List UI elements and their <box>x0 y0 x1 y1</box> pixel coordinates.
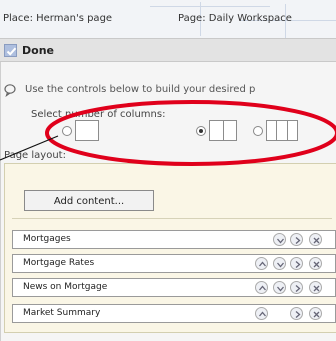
layout-row: Market Summary <box>12 304 336 323</box>
three-column-icon[interactable] <box>266 120 298 141</box>
remove-icon[interactable] <box>309 233 322 246</box>
remove-icon[interactable] <box>309 281 322 294</box>
move-up-icon[interactable] <box>255 281 268 294</box>
move-right-icon[interactable] <box>290 281 303 294</box>
columns-3-radio[interactable] <box>253 126 263 136</box>
remove-icon[interactable] <box>309 257 322 270</box>
move-right-icon[interactable] <box>290 307 303 320</box>
move-down-icon[interactable] <box>273 257 286 270</box>
layout-row: Mortgages <box>12 230 336 249</box>
move-right-icon[interactable] <box>290 257 303 270</box>
layout-row-label: Mortgages <box>23 234 71 244</box>
question-bubble-icon <box>4 84 16 97</box>
breadcrumb-place: Place: Herman's page <box>3 13 113 24</box>
layout-row-label: News on Mortgage <box>23 282 108 292</box>
layout-row: News on Mortgage <box>12 278 336 297</box>
divider <box>12 218 332 219</box>
checkmark-icon <box>6 47 17 56</box>
page-layout-label: Page layout: <box>4 150 66 161</box>
one-column-icon[interactable] <box>75 120 99 141</box>
remove-icon[interactable] <box>309 307 322 320</box>
columns-1-radio[interactable] <box>62 126 72 136</box>
layout-row: Mortgage Rates <box>12 254 336 273</box>
breadcrumb-bar: Place: Herman's page Page: Daily Workspa… <box>0 0 336 38</box>
done-checkbox[interactable] <box>4 44 17 57</box>
layout-row-label: Mortgage Rates <box>23 258 95 268</box>
done-bar: Done <box>0 38 336 62</box>
done-label: Done <box>22 44 54 57</box>
map-decoration <box>150 6 270 7</box>
layout-row-label: Market Summary <box>23 308 101 318</box>
columns-label: Select number of columns: <box>31 109 166 120</box>
move-right-icon[interactable] <box>290 233 303 246</box>
breadcrumb-page: Page: Daily Workspace <box>178 13 292 24</box>
add-content-button[interactable]: Add content... <box>24 190 154 211</box>
instructions-text: Use the controls below to build your des… <box>25 84 256 95</box>
move-down-icon[interactable] <box>273 233 286 246</box>
move-down-icon[interactable] <box>273 281 286 294</box>
move-up-icon[interactable] <box>255 257 268 270</box>
two-column-icon[interactable] <box>209 120 237 141</box>
move-up-icon[interactable] <box>255 307 268 320</box>
columns-2-radio[interactable] <box>196 126 206 136</box>
